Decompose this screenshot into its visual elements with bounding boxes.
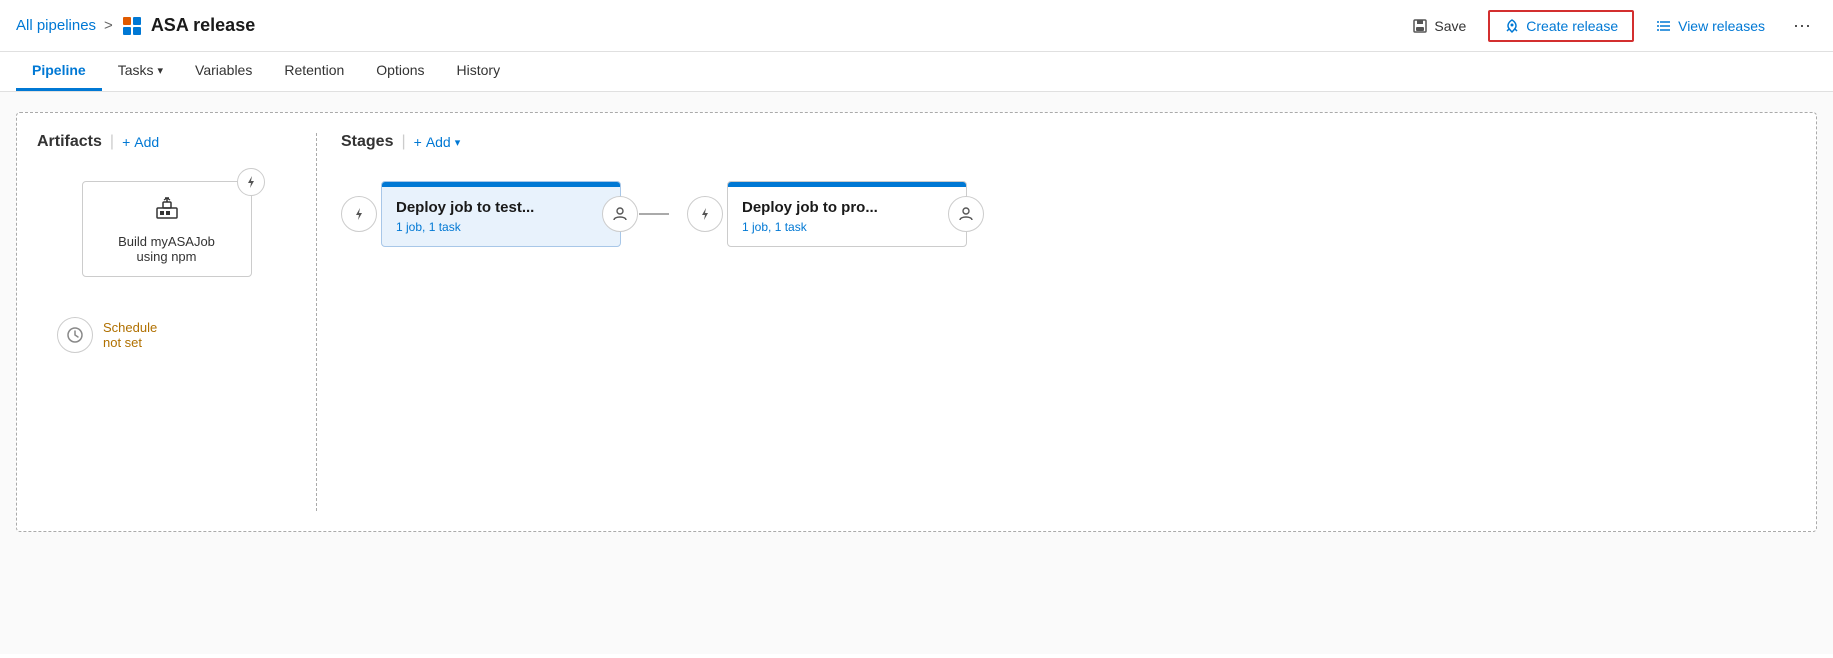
nav-tabs: Pipeline Tasks ▾ Variables Retention Opt… (0, 52, 1833, 92)
stage2-name: Deploy job to pro... (742, 199, 952, 216)
stage1-person-icon (612, 206, 628, 222)
save-icon (1412, 18, 1428, 34)
stage1-pre-trigger-circle[interactable] (341, 196, 377, 232)
stage2-lightning-icon (698, 207, 712, 221)
artifact-card[interactable]: Build myASAJobusing npm (82, 181, 252, 277)
artifact-name: Build myASAJobusing npm (97, 234, 237, 264)
add-stage-chevron-icon: ▾ (455, 136, 461, 149)
stages-panel-header: Stages | + Add ▾ (341, 133, 1796, 151)
stage2-post-approval-circle[interactable] (948, 196, 984, 232)
stage-connector-line (639, 213, 669, 215)
main-content: Artifacts | + Add (0, 92, 1833, 654)
artifacts-panel-header: Artifacts | + Add (37, 133, 296, 151)
artifact-trigger-circle[interactable] (237, 168, 265, 196)
stage2-card[interactable]: Deploy job to pro... 1 job, 1 task (727, 181, 967, 247)
tab-retention[interactable]: Retention (268, 52, 360, 91)
stage1-name: Deploy job to test... (396, 199, 606, 216)
artifacts-separator: | (110, 133, 114, 151)
stages-separator: | (401, 133, 405, 151)
tab-history[interactable]: History (441, 52, 517, 91)
stage1-meta: 1 job, 1 task (396, 220, 606, 234)
header-right: Save Create release View releases (1402, 9, 1817, 42)
tab-variables[interactable]: Variables (179, 52, 268, 91)
breadcrumb-separator: > (104, 17, 113, 34)
schedule-label: Schedulenot set (103, 320, 157, 350)
stages-title: Stages (341, 133, 393, 151)
lightning-bolt-icon (244, 175, 258, 189)
list-icon (1656, 18, 1672, 34)
stage1-card[interactable]: Deploy job to test... 1 job, 1 task (381, 181, 621, 247)
add-artifact-plus-icon: + (122, 134, 130, 150)
pipeline-logo-icon (121, 15, 143, 37)
tab-tasks[interactable]: Tasks ▾ (102, 52, 179, 91)
create-release-button[interactable]: Create release (1488, 10, 1634, 42)
pipeline-canvas: Artifacts | + Add (16, 112, 1817, 532)
stages-panel: Stages | + Add ▾ (317, 133, 1796, 511)
schedule-icon-wrap[interactable] (57, 317, 93, 353)
stage1-body: Deploy job to test... 1 job, 1 task (382, 187, 620, 246)
tab-pipeline[interactable]: Pipeline (16, 52, 102, 91)
more-options-button[interactable]: ··· (1787, 9, 1817, 42)
tasks-chevron-icon: ▾ (157, 64, 163, 77)
tab-options[interactable]: Options (360, 52, 440, 91)
clock-icon (66, 326, 84, 344)
stage2-meta: 1 job, 1 task (742, 220, 952, 234)
stages-flow: Deploy job to test... 1 job, 1 task (341, 181, 1796, 247)
page-title: ASA release (151, 15, 255, 36)
schedule-section: Schedulenot set (37, 317, 296, 353)
add-stage-button[interactable]: + Add ▾ (414, 134, 461, 150)
stage2-person-icon (958, 206, 974, 222)
artifacts-panel: Artifacts | + Add (37, 133, 317, 511)
stage2-pre-trigger-circle[interactable] (687, 196, 723, 232)
header-left: All pipelines > ASA release (16, 15, 255, 37)
artifact-build-icon (97, 194, 237, 228)
stage1-lightning-icon (352, 207, 366, 221)
save-button[interactable]: Save (1402, 12, 1476, 40)
rocket-icon (1504, 18, 1520, 34)
all-pipelines-link[interactable]: All pipelines (16, 17, 96, 34)
header: All pipelines > ASA release Save (0, 0, 1833, 52)
add-artifact-button[interactable]: + Add (122, 134, 159, 150)
stage2-body: Deploy job to pro... 1 job, 1 task (728, 187, 966, 246)
add-stage-plus-icon: + (414, 134, 422, 150)
view-releases-button[interactable]: View releases (1646, 12, 1775, 40)
stage1-post-approval-circle[interactable] (602, 196, 638, 232)
artifacts-title: Artifacts (37, 133, 102, 151)
